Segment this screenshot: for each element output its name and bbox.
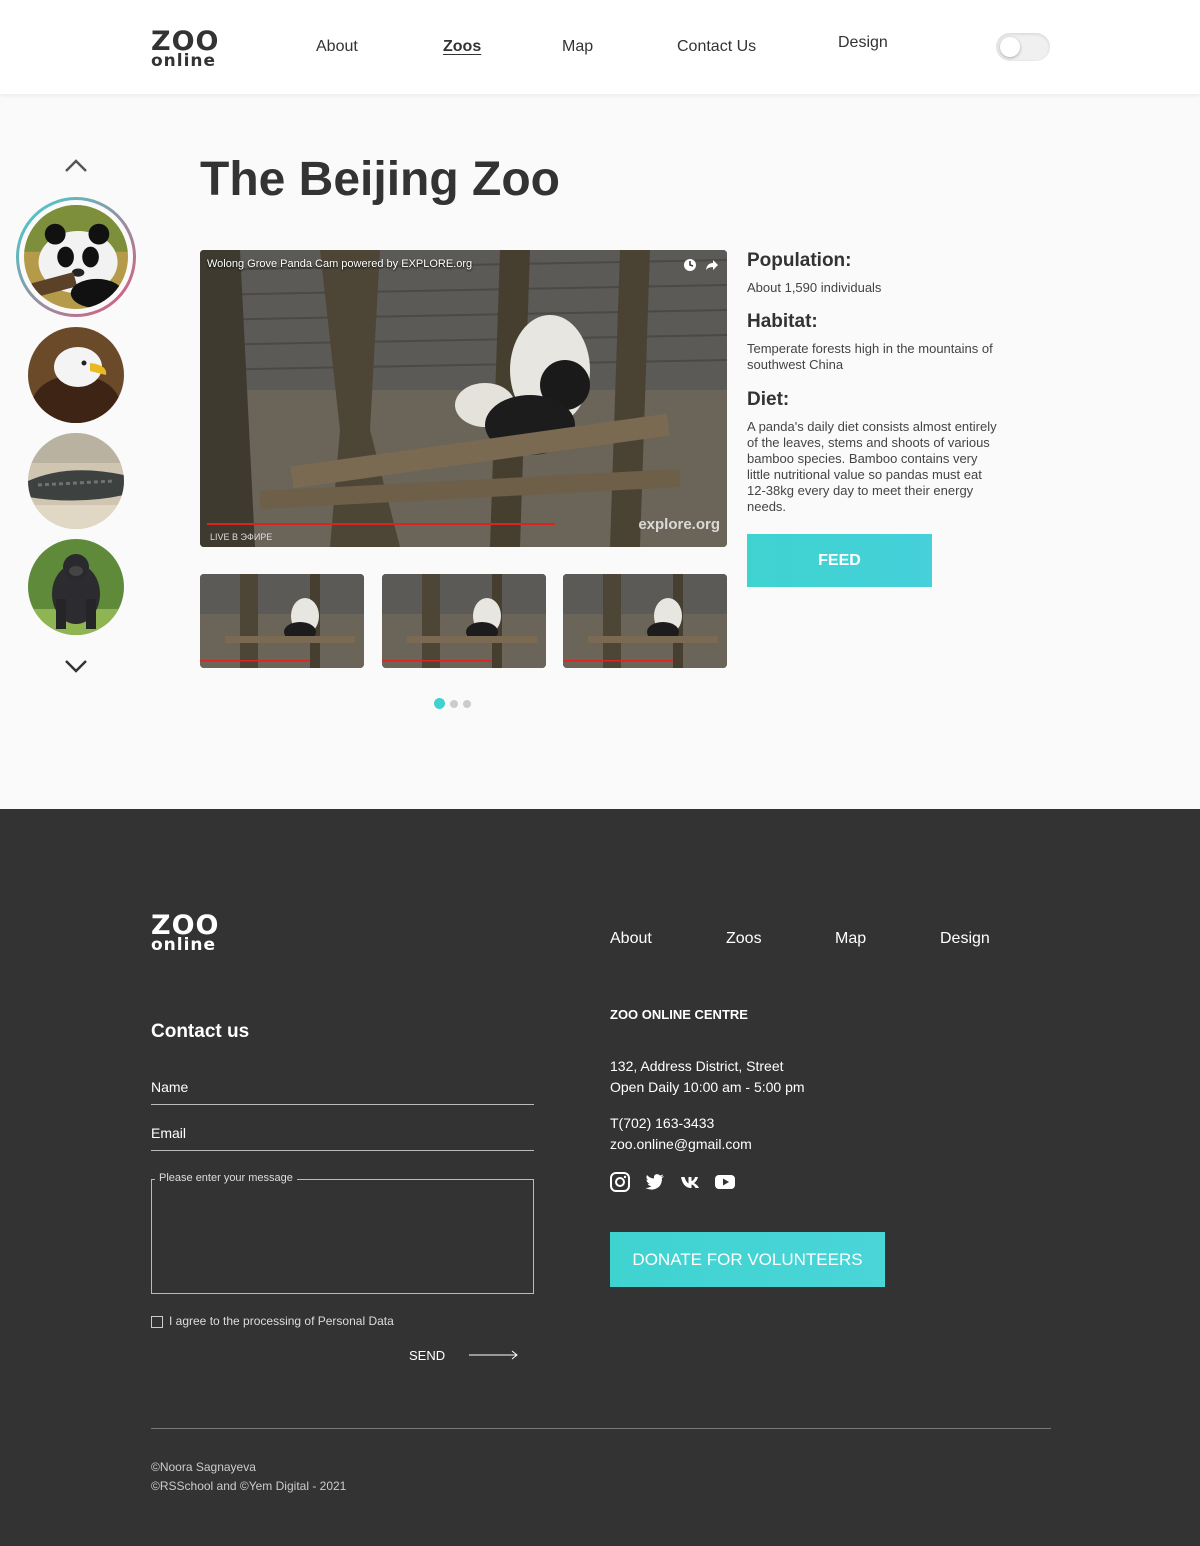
youtube-icon[interactable] — [715, 1172, 735, 1192]
video-thumbnail[interactable] — [382, 574, 546, 668]
donate-button[interactable]: DONATE FOR VOLUNTEERS — [610, 1232, 885, 1287]
nav-map[interactable]: Map — [562, 38, 593, 56]
nav-design[interactable]: Design — [838, 34, 888, 52]
video-brand-watermark: explore.org — [638, 516, 720, 533]
nav-about[interactable]: About — [316, 38, 358, 56]
animal-avatar-alligator[interactable] — [28, 433, 124, 529]
header-logo[interactable]: ZOO online — [151, 28, 219, 70]
logo-online: online — [151, 51, 217, 71]
carousel-dot[interactable] — [450, 700, 458, 708]
chevron-down-icon[interactable] — [64, 659, 88, 673]
site-header: ZOO online About Zoos Map Contact Us Des… — [0, 0, 1200, 94]
feed-button[interactable]: FEED — [747, 534, 932, 587]
agree-label: I agree to the processing of Personal Da… — [169, 1314, 394, 1328]
arrow-right-icon[interactable] — [469, 1350, 519, 1360]
habitat-value: Temperate forests high in the mountains … — [747, 341, 993, 372]
population-value: About 1,590 individuals — [747, 280, 882, 295]
message-placeholder: Please enter your message — [155, 1172, 297, 1184]
thumbnail-image — [382, 574, 546, 668]
copyright-school: ©RSSchool and ©Yem Digital - 2021 — [151, 1479, 347, 1493]
copyright-author: ©Noora Sagnayeva — [151, 1460, 256, 1474]
diet-value: A panda's daily diet consists almost ent… — [747, 419, 997, 514]
panda-image — [24, 205, 128, 309]
video-progress-bar[interactable] — [207, 523, 555, 525]
thumbnail-image — [200, 574, 364, 668]
vk-icon[interactable] — [680, 1172, 700, 1192]
footer-nav-design[interactable]: Design — [940, 930, 990, 948]
video-live-label: LIVE В ЭФИРЕ — [210, 532, 273, 542]
centre-title: ZOO ONLINE CENTRE — [610, 1007, 748, 1022]
animal-avatar-eagle[interactable] — [28, 327, 124, 423]
video-frame — [200, 250, 727, 547]
carousel-dot-active[interactable] — [434, 698, 445, 709]
footer-nav-about[interactable]: About — [610, 930, 652, 948]
video-title: Wolong Grove Panda Cam powered by EXPLOR… — [207, 258, 473, 270]
twitter-icon[interactable] — [645, 1172, 665, 1192]
agree-checkbox[interactable] — [151, 1316, 163, 1328]
instagram-icon[interactable] — [610, 1172, 630, 1192]
video-player[interactable]: Wolong Grove Panda Cam powered by EXPLOR… — [200, 250, 727, 547]
animal-avatar-panda[interactable] — [16, 197, 136, 317]
toggle-knob — [1000, 37, 1020, 57]
footer-logo[interactable]: ZOO online — [151, 912, 219, 954]
footer-divider — [151, 1428, 1051, 1429]
opening-hours: Open Daily 10:00 am - 5:00 pm — [610, 1079, 805, 1095]
share-icon[interactable] — [705, 258, 719, 272]
send-button[interactable]: SEND — [409, 1348, 445, 1363]
eagle-image — [28, 327, 124, 423]
carousel-dot[interactable] — [463, 700, 471, 708]
name-field[interactable]: Name — [151, 1079, 534, 1105]
alligator-image — [28, 433, 124, 529]
address-line-1: 132, Address District, Street — [610, 1058, 784, 1074]
nav-contact-us[interactable]: Contact Us — [677, 38, 756, 56]
logo-online: online — [151, 935, 217, 955]
animal-avatar-gorilla[interactable] — [28, 539, 124, 635]
phone-number: T(702) 163-3433 — [610, 1115, 715, 1131]
footer-nav-map[interactable]: Map — [835, 930, 866, 948]
clock-icon[interactable] — [683, 258, 697, 272]
footer-nav-zoos[interactable]: Zoos — [726, 930, 762, 948]
contact-title: Contact us — [151, 1021, 250, 1042]
message-textarea[interactable] — [151, 1179, 534, 1294]
contact-email[interactable]: zoo.online@gmail.com — [610, 1134, 752, 1155]
gorilla-image — [28, 539, 124, 635]
video-thumbnail[interactable] — [563, 574, 727, 668]
habitat-label: Habitat: — [747, 311, 818, 332]
diet-label: Diet: — [747, 389, 790, 410]
population-label: Population: — [747, 250, 852, 271]
theme-toggle[interactable] — [996, 33, 1050, 61]
video-thumbnail[interactable] — [200, 574, 364, 668]
email-field[interactable]: Email — [151, 1125, 534, 1151]
chevron-up-icon[interactable] — [64, 159, 88, 173]
nav-zoos[interactable]: Zoos — [443, 38, 481, 56]
thumbnail-image — [563, 574, 727, 668]
page-title: The Beijing Zoo — [200, 153, 560, 206]
site-footer: ZOO online About Zoos Map Design Contact… — [0, 809, 1200, 1546]
